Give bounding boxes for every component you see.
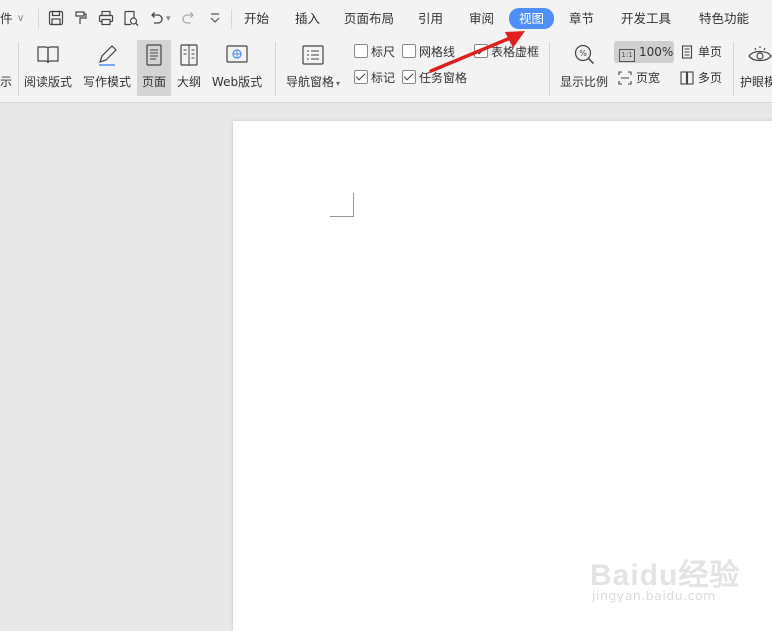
checkbox-box[interactable] bbox=[402, 44, 416, 58]
page-icon bbox=[141, 42, 167, 68]
eye-protection-label: 护眼模 bbox=[740, 75, 772, 89]
nav-pane-label: 导航窗格 ▾ bbox=[283, 73, 343, 90]
writing-mode-label: 写作模式 bbox=[82, 75, 131, 89]
outline-view-button[interactable]: 大纲 bbox=[174, 40, 204, 96]
zoom-icon: % bbox=[571, 42, 597, 68]
ribbon: 示 阅读版式 写作模式 页面 大纲 Web版式 导航窗格 ▾ 标尺 网格线 表格… bbox=[0, 38, 772, 103]
one-to-one-icon: 1:1 bbox=[619, 49, 635, 62]
save-icon[interactable] bbox=[47, 9, 65, 27]
undo-dropdown-icon[interactable]: ▾ bbox=[166, 9, 171, 30]
page-width-icon bbox=[618, 71, 632, 85]
page-view-label: 页面 bbox=[141, 75, 166, 89]
page-margin-corner-mark bbox=[330, 193, 354, 217]
web-icon bbox=[224, 42, 250, 68]
checkbox-box[interactable] bbox=[354, 44, 368, 58]
writing-mode-button[interactable]: 写作模式 bbox=[80, 40, 134, 96]
tab-insert[interactable]: 插入 bbox=[295, 8, 320, 29]
divider bbox=[18, 42, 19, 96]
web-layout-button[interactable]: Web版式 bbox=[208, 40, 266, 96]
marks-label: 标记 bbox=[371, 71, 396, 85]
baidu-jingyan-watermark: Baidu经验 jingyan.baidu.com bbox=[590, 538, 770, 618]
checkbox-box[interactable] bbox=[402, 70, 416, 84]
print-preview-icon[interactable] bbox=[122, 9, 140, 27]
book-icon bbox=[35, 42, 61, 68]
reading-mode-button[interactable]: 阅读版式 bbox=[22, 40, 74, 96]
zoom-button[interactable]: % 显示比例 bbox=[557, 40, 611, 96]
annotation-arrow-icon bbox=[429, 31, 525, 73]
divider bbox=[549, 42, 550, 96]
divider bbox=[275, 42, 276, 96]
tab-page-layout[interactable]: 页面布局 bbox=[344, 8, 394, 29]
watermark-url: jingyan.baidu.com bbox=[592, 588, 716, 603]
menu-file-partial[interactable]: 件 bbox=[0, 8, 13, 29]
tab-special-features[interactable]: 特色功能 bbox=[699, 8, 749, 29]
svg-text:%: % bbox=[579, 49, 587, 58]
reading-mode-label: 阅读版式 bbox=[23, 75, 72, 89]
outline-icon bbox=[176, 42, 202, 68]
page-width-button[interactable]: 页宽 bbox=[618, 69, 660, 87]
format-painter-icon[interactable] bbox=[72, 9, 90, 27]
nav-pane-text: 导航窗格 bbox=[285, 75, 334, 89]
web-layout-label: Web版式 bbox=[211, 75, 263, 89]
divider bbox=[38, 9, 39, 29]
ruler-checkbox[interactable]: 标尺 bbox=[354, 44, 395, 60]
partial-button[interactable]: 示 bbox=[0, 40, 14, 96]
ruler-label: 标尺 bbox=[371, 45, 396, 59]
single-page-button[interactable]: 单页 bbox=[680, 43, 722, 61]
partial-button-label: 示 bbox=[0, 75, 13, 89]
divider bbox=[231, 9, 232, 29]
outline-view-label: 大纲 bbox=[176, 75, 201, 89]
tab-developer[interactable]: 开发工具 bbox=[621, 8, 671, 29]
nav-pane-button[interactable]: 导航窗格 ▾ bbox=[283, 40, 343, 96]
chevron-down-icon[interactable]: ∨ bbox=[17, 8, 24, 29]
checkbox-box[interactable] bbox=[354, 70, 368, 84]
single-page-icon bbox=[680, 45, 694, 59]
navigation-pane-icon bbox=[300, 42, 326, 68]
redo-icon[interactable] bbox=[180, 9, 198, 27]
pen-icon bbox=[94, 42, 120, 68]
tab-home[interactable]: 开始 bbox=[244, 8, 269, 29]
menu-bar: 件 ∨ ▾ 开始 插入 页面布局 引用 审阅 视图 章节 开发工具 特色功能 bbox=[0, 0, 772, 38]
print-icon[interactable] bbox=[97, 9, 115, 27]
multi-page-label: 多页 bbox=[698, 71, 723, 85]
page-view-button[interactable]: 页面 bbox=[137, 40, 171, 96]
single-page-label: 单页 bbox=[698, 45, 723, 59]
multi-page-button[interactable]: 多页 bbox=[680, 69, 722, 87]
tab-chapter[interactable]: 章节 bbox=[569, 8, 594, 29]
customize-dropdown-icon[interactable] bbox=[206, 9, 224, 27]
multi-page-icon bbox=[680, 71, 694, 85]
chevron-down-icon: ▾ bbox=[336, 79, 341, 88]
divider bbox=[733, 42, 734, 96]
undo-icon[interactable] bbox=[147, 9, 165, 27]
eye-protection-button[interactable]: 护眼模 bbox=[740, 40, 772, 96]
zoom-100-button[interactable]: 1:1 100% bbox=[614, 41, 674, 63]
eye-icon bbox=[747, 42, 772, 68]
marks-checkbox[interactable]: 标记 bbox=[354, 70, 395, 86]
zoom-label: 显示比例 bbox=[559, 75, 608, 89]
zoom-value: 100% bbox=[639, 45, 674, 59]
page-width-label: 页宽 bbox=[636, 71, 661, 85]
